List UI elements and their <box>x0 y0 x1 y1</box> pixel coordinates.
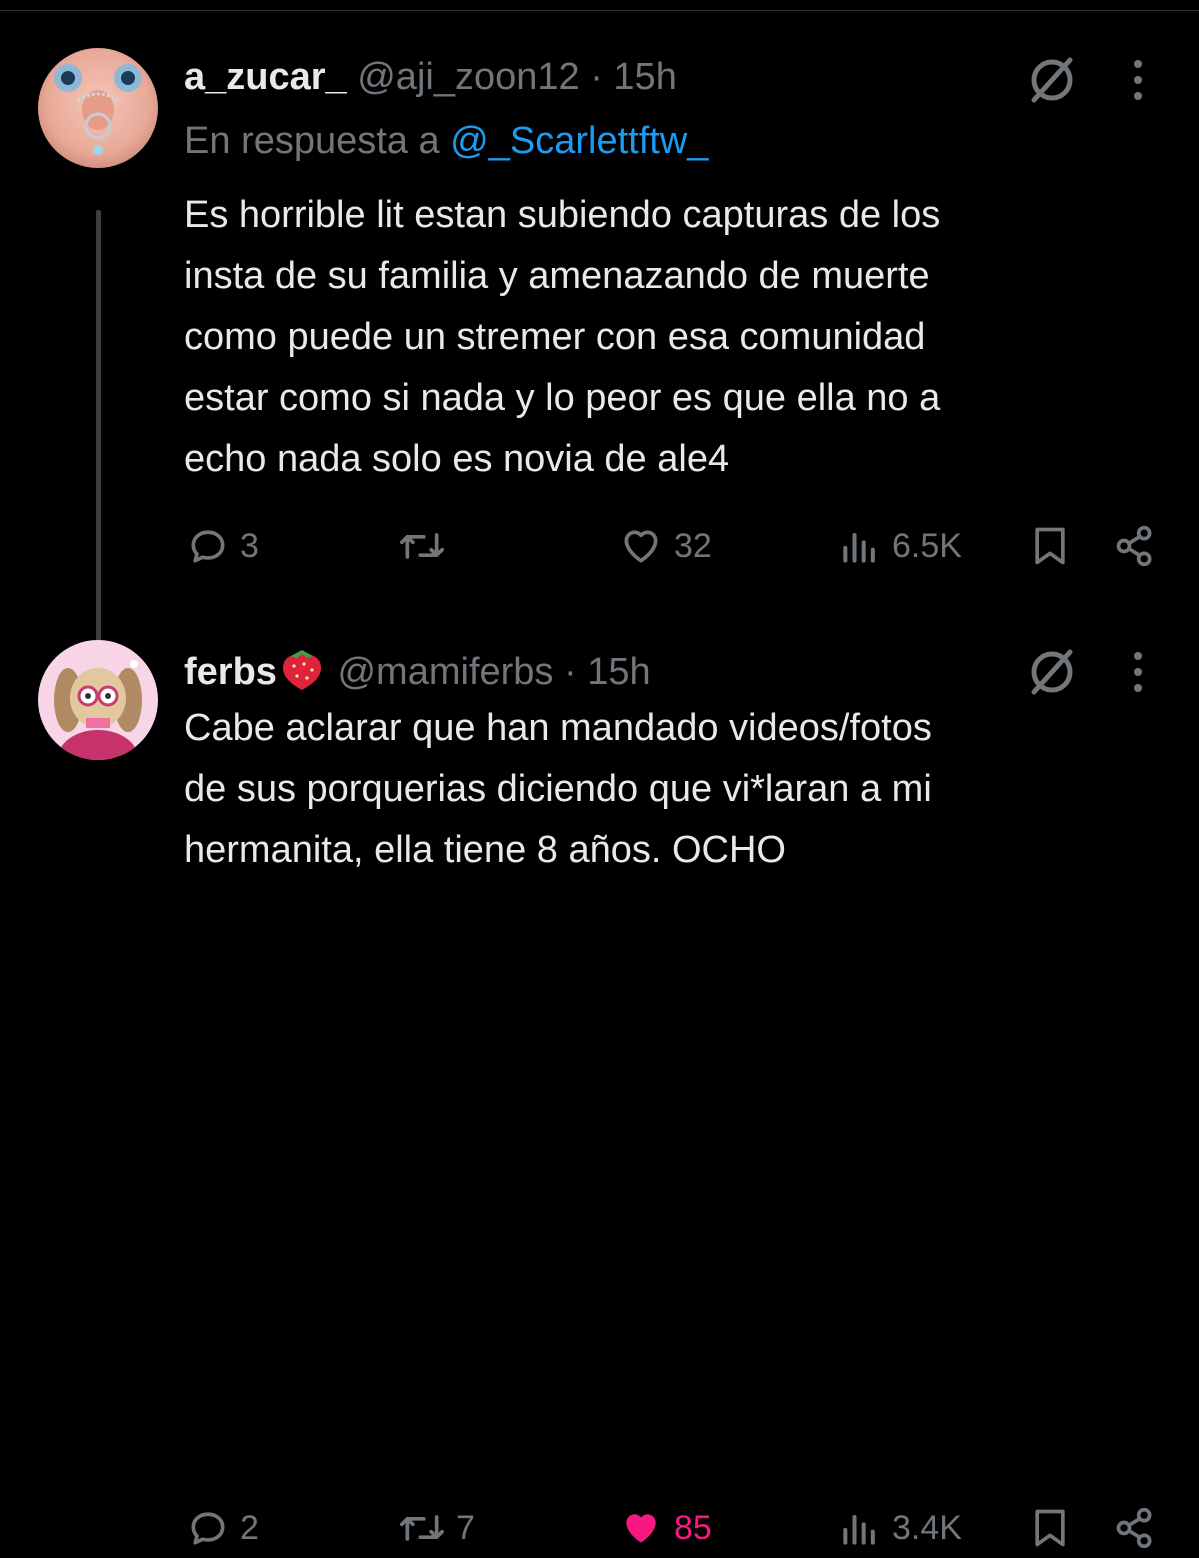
bookmark-icon <box>1035 527 1065 565</box>
more-icon[interactable] <box>1118 642 1158 702</box>
reply-context: En respuesta a @_Scarlettftw_ <box>184 118 708 164</box>
like-count: 85 <box>674 1508 712 1547</box>
more-icon[interactable] <box>1118 50 1158 110</box>
separator-dot: · <box>590 56 603 98</box>
retweet-icon <box>400 533 444 559</box>
top-divider <box>0 10 1199 11</box>
views-button[interactable]: 3.4K <box>838 1498 962 1558</box>
author-handle[interactable]: @aji_zoon12 <box>357 56 579 98</box>
views-button[interactable]: 6.5K <box>838 516 962 576</box>
reply-button[interactable]: 3 <box>186 516 259 576</box>
reply-mention-link[interactable]: @_Scarlettftw_ <box>450 120 708 162</box>
thread-line <box>96 210 101 680</box>
views-icon <box>843 1514 875 1545</box>
separator-dot: · <box>564 651 577 693</box>
reply-icon <box>191 530 225 563</box>
reply-count: 3 <box>240 526 259 565</box>
heart-icon <box>624 530 658 563</box>
tweet-header: a_zucar_ @aji_zoon12 · 15h <box>184 54 677 100</box>
grok-icon[interactable] <box>1020 50 1080 110</box>
bookmark-button[interactable] <box>1028 516 1072 576</box>
like-button[interactable]: 32 <box>618 516 712 576</box>
like-count: 32 <box>674 526 712 565</box>
avatar[interactable] <box>38 48 158 168</box>
tweet-header: ferbs @mamiferbs · 15h <box>184 646 651 693</box>
heart-icon <box>626 1514 656 1543</box>
author-name[interactable]: a_zucar_ <box>184 56 347 98</box>
reply-prefix: En respuesta a <box>184 120 440 162</box>
like-button[interactable]: 85 <box>618 1498 712 1558</box>
reply-count: 2 <box>240 1508 259 1547</box>
retweet-count: 7 <box>456 1508 475 1547</box>
action-bar: 3 32 6.5K <box>0 516 1199 576</box>
tweet-text: Es horrible lit estan subiendo capturas … <box>184 194 941 480</box>
avatar[interactable] <box>38 640 158 760</box>
share-icon <box>1116 1507 1152 1549</box>
views-icon <box>843 532 875 563</box>
share-button[interactable] <box>1112 516 1158 576</box>
bookmark-button[interactable] <box>1028 1498 1072 1558</box>
reply-button[interactable]: 2 <box>186 1498 259 1558</box>
reply-icon <box>191 1512 225 1545</box>
views-count: 6.5K <box>892 526 962 565</box>
action-bar: 2 7 85 3.4K <box>0 1498 1199 1558</box>
tweet-text: Cabe aclarar que han mandado videos/foto… <box>184 707 932 871</box>
retweet-button[interactable]: 7 <box>398 1498 475 1558</box>
retweet-icon <box>400 1515 444 1541</box>
author-handle[interactable]: @mamiferbs <box>337 651 553 693</box>
author-name[interactable]: ferbs <box>184 651 277 693</box>
strawberry-icon <box>282 650 321 690</box>
grok-icon[interactable] <box>1020 642 1080 702</box>
timestamp[interactable]: 15h <box>587 651 650 693</box>
bookmark-icon <box>1035 1509 1065 1547</box>
timestamp[interactable]: 15h <box>613 56 676 98</box>
views-count: 3.4K <box>892 1508 962 1547</box>
retweet-button[interactable] <box>398 516 456 576</box>
share-icon <box>1116 525 1152 567</box>
share-button[interactable] <box>1112 1498 1158 1558</box>
